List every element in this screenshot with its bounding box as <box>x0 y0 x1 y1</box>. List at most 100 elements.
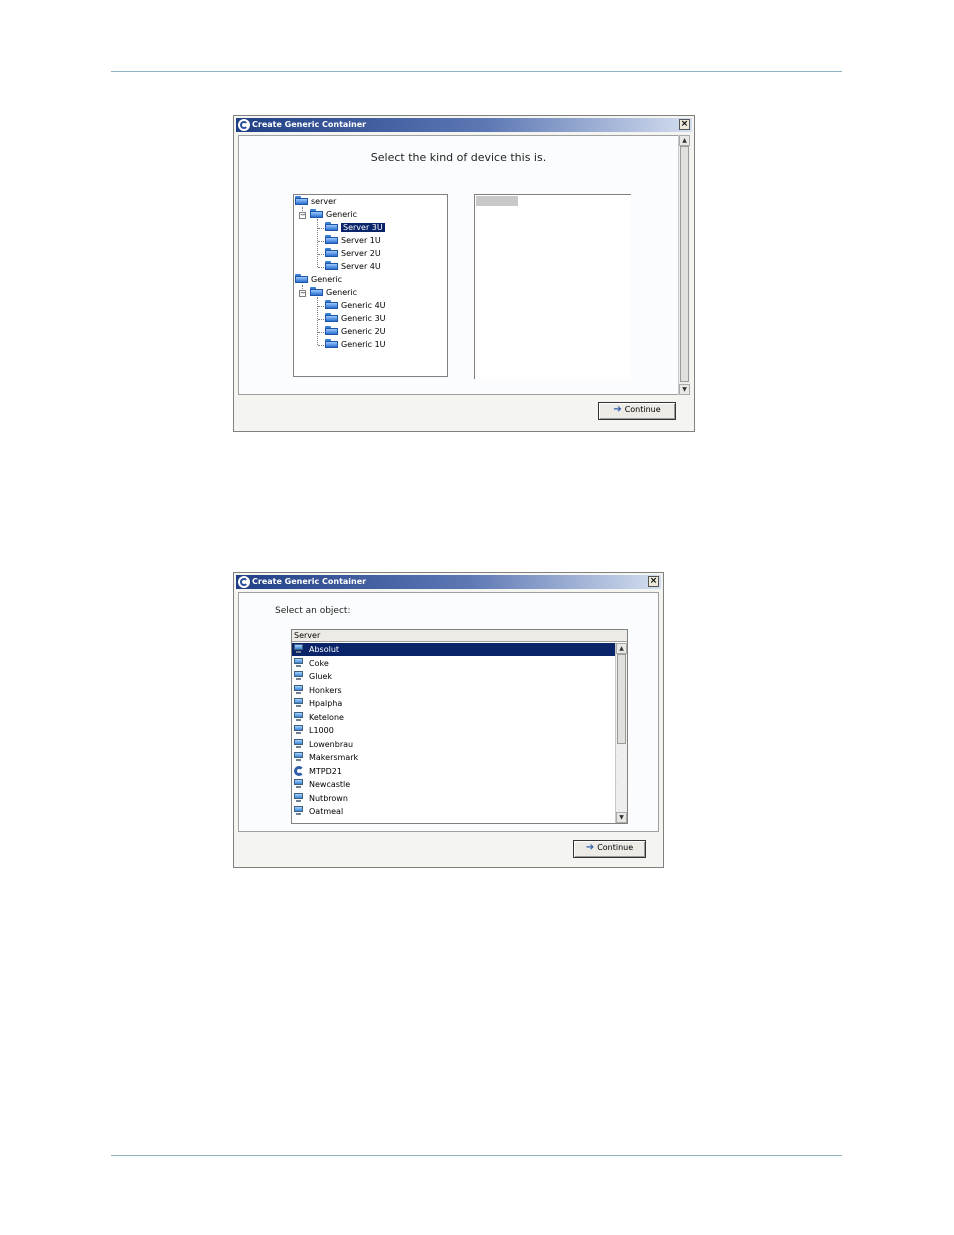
continue-label: Continue <box>624 405 661 414</box>
folder-icon <box>325 300 338 309</box>
tree-node-label: Generic 1U <box>341 340 386 349</box>
scroll-down-button[interactable]: ▼ <box>679 384 690 395</box>
server-list[interactable]: Server Absolut Coke Gluek Honkers Hpalph… <box>291 629 628 824</box>
tree-node-generic-2u[interactable]: Generic 2U <box>325 326 386 338</box>
tree-node-generic-1u[interactable]: Generic 1U <box>325 339 386 351</box>
tree-node-label: Server 3U <box>341 223 385 232</box>
list-item-label: Coke <box>309 659 329 668</box>
folder-icon <box>325 222 338 231</box>
list-item-label: Hpalpha <box>309 699 343 708</box>
server-icon <box>294 644 303 653</box>
tree-node-server-2u[interactable]: Server 2U <box>325 248 381 260</box>
server-icon <box>294 725 303 734</box>
vertical-scrollbar[interactable]: ▲ ▼ <box>678 135 690 395</box>
scroll-up-button[interactable]: ▲ <box>616 643 627 654</box>
tree-node-generic-3u[interactable]: Generic 3U <box>325 313 386 325</box>
tree-node-server-3u[interactable]: Server 3U <box>325 222 385 234</box>
device-kind-prompt: Select the kind of device this is. <box>370 151 547 164</box>
compellent-icon <box>294 765 304 776</box>
tree-node-label: Generic <box>326 288 358 297</box>
list-item[interactable]: L1000 <box>292 724 615 737</box>
tree-node-label: Generic 3U <box>341 314 386 323</box>
arrow-right-icon: ➔ <box>613 404 622 415</box>
list-item-label: Makersmark <box>309 753 359 762</box>
folder-icon <box>325 313 338 322</box>
tree-node-server-root[interactable]: server <box>295 196 336 208</box>
tree-node-server-4u[interactable]: Server 4U <box>325 261 381 273</box>
content-panel: Select an object: Server Absolut Coke Gl… <box>238 592 659 832</box>
server-icon <box>294 739 303 748</box>
list-item-label: Lowenbrau <box>309 740 354 749</box>
header-rule <box>111 71 842 72</box>
tree-node-label: Server 2U <box>341 249 381 258</box>
folder-icon <box>295 274 308 283</box>
list-item[interactable]: Makersmark <box>292 751 615 764</box>
list-item-label: Nutbrown <box>309 794 348 803</box>
list-item[interactable]: Nutbrown <box>292 792 615 805</box>
title-bar[interactable]: Create Generic Container × <box>236 118 692 132</box>
list-item-label: L1000 <box>309 726 334 735</box>
continue-button[interactable]: ➔ Continue <box>598 402 676 420</box>
server-icon <box>294 779 303 788</box>
list-item[interactable]: Absolut <box>292 643 615 656</box>
list-item-label: Ketelone <box>309 713 344 722</box>
list-item-label: Newcastle <box>309 780 351 789</box>
arrow-right-icon: ➔ <box>585 842 595 853</box>
tree-connector-line <box>317 297 318 345</box>
list-item-label: Honkers <box>309 686 342 695</box>
list-item[interactable]: Lowenbrau <box>292 738 615 751</box>
collapse-toggle-icon[interactable]: − <box>299 290 306 297</box>
collapse-toggle-icon[interactable]: − <box>299 212 306 219</box>
list-item[interactable]: Gluek <box>292 670 615 683</box>
list-item-label: Absolut <box>309 645 340 654</box>
folder-icon <box>310 209 323 218</box>
device-type-tree[interactable]: server − Generic Server 3U Server 1U Ser… <box>293 194 448 377</box>
tree-node-label: Server 1U <box>341 236 381 245</box>
close-button[interactable]: × <box>679 119 690 130</box>
tree-node-label: Generic 4U <box>341 301 386 310</box>
folder-icon <box>295 196 308 205</box>
server-icon <box>294 712 303 721</box>
server-icon <box>294 698 303 707</box>
continue-button[interactable]: ➔ Continue <box>573 840 646 858</box>
scrollbar-thumb[interactable] <box>680 146 689 382</box>
tree-node-generic-generic[interactable]: Generic <box>310 287 357 299</box>
list-item[interactable]: Newcastle <box>292 778 615 791</box>
scroll-down-button[interactable]: ▼ <box>616 812 627 823</box>
device-preview-panel <box>474 194 631 379</box>
server-icon <box>294 658 303 667</box>
tree-node-server-generic[interactable]: Generic <box>310 209 357 221</box>
list-item[interactable]: Honkers <box>292 684 615 697</box>
dialog-title: Create Generic Container <box>252 120 367 129</box>
list-item[interactable]: Coke <box>292 657 615 670</box>
tree-node-server-1u[interactable]: Server 1U <box>325 235 381 247</box>
title-bar[interactable]: Create Generic Container × <box>236 575 661 589</box>
list-item[interactable]: Ketelone <box>292 711 615 724</box>
content-panel: Select the kind of device this is. serve… <box>238 135 679 395</box>
folder-icon <box>325 261 338 270</box>
list-item[interactable]: Oatmeal <box>292 805 615 818</box>
list-vertical-scrollbar[interactable]: ▲ ▼ <box>615 643 627 823</box>
folder-icon <box>310 287 323 296</box>
close-button[interactable]: × <box>648 576 659 587</box>
folder-icon <box>325 339 338 348</box>
folder-icon <box>325 235 338 244</box>
list-item[interactable]: MTPD21 <box>292 765 615 778</box>
tree-node-generic-4u[interactable]: Generic 4U <box>325 300 386 312</box>
folder-icon <box>325 248 338 257</box>
continue-label: Continue <box>597 843 634 852</box>
preview-placeholder-bar <box>476 196 518 206</box>
create-generic-container-dialog-select-object: Create Generic Container × Select an obj… <box>233 572 664 868</box>
list-item-label: MTPD21 <box>309 767 342 776</box>
scroll-up-button[interactable]: ▲ <box>679 135 690 146</box>
tree-node-generic-root[interactable]: Generic <box>295 274 342 286</box>
select-object-prompt: Select an object: <box>275 606 351 616</box>
tree-node-label: Generic <box>326 210 358 219</box>
tree-node-label: Generic 2U <box>341 327 386 336</box>
list-item[interactable]: Hpalpha <box>292 697 615 710</box>
create-generic-container-dialog-device-kind: Create Generic Container × Select the ki… <box>233 115 695 432</box>
server-icon <box>294 806 303 815</box>
list-column-header[interactable]: Server <box>292 630 627 642</box>
app-logo-icon <box>238 576 250 588</box>
scrollbar-thumb[interactable] <box>617 654 626 744</box>
